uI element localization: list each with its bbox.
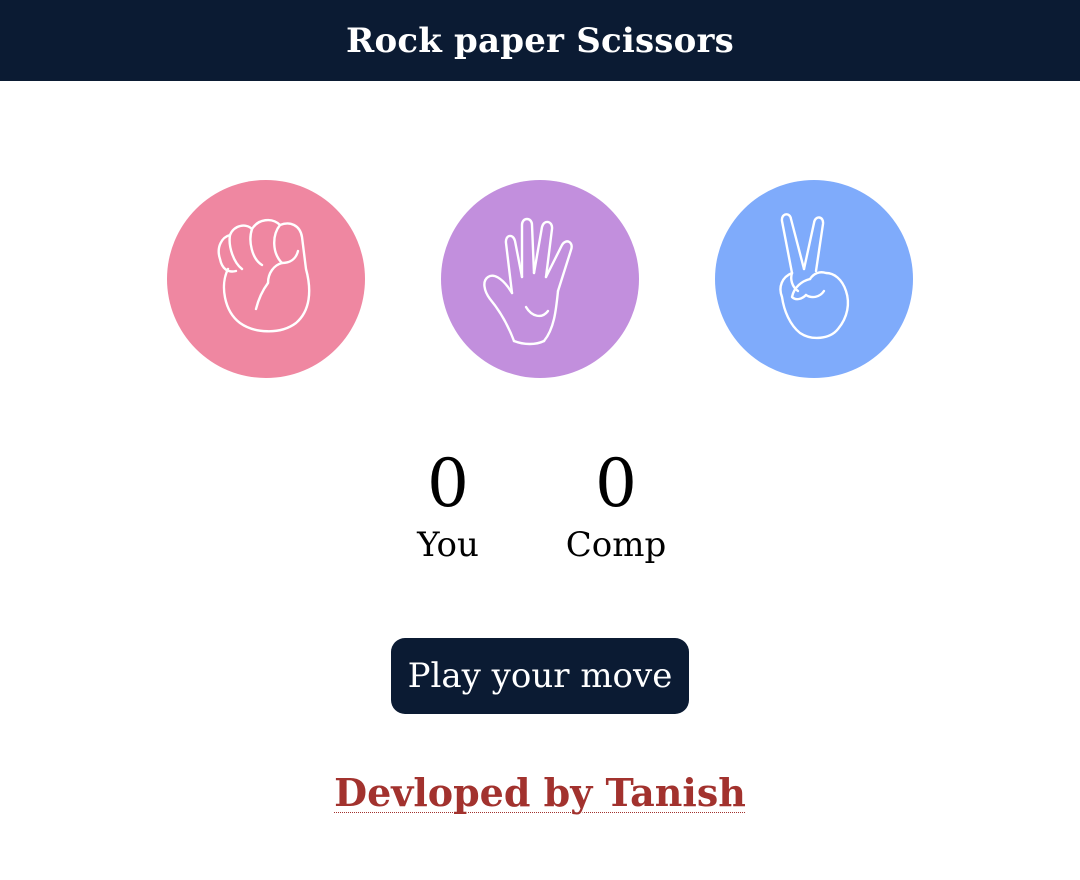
user-score: 0: [427, 445, 469, 522]
app: Rock paper Scissors 0 You 0 Comp Play yo…: [0, 0, 1080, 880]
developer-credit: Devloped by Tanish: [334, 770, 746, 815]
user-score-box: 0 You: [368, 445, 528, 567]
header: Rock paper Scissors: [0, 0, 1080, 81]
choices-row: [0, 180, 1080, 380]
fist-icon: [206, 207, 326, 351]
peace-sign-icon: [754, 207, 874, 351]
user-score-label: You: [417, 525, 479, 565]
comp-score-label: Comp: [565, 525, 667, 565]
rock-choice[interactable]: [167, 180, 365, 378]
scissors-choice[interactable]: [715, 180, 913, 378]
footer: Devloped by Tanish: [0, 770, 1080, 815]
play-your-move-button[interactable]: Play your move: [391, 638, 689, 714]
scoreboard: 0 You 0 Comp: [0, 445, 1080, 575]
app-title: Rock paper Scissors: [346, 20, 734, 61]
paper-choice[interactable]: [441, 180, 639, 378]
comp-score: 0: [595, 445, 637, 522]
comp-score-box: 0 Comp: [536, 445, 696, 567]
open-hand-icon: [480, 207, 600, 351]
